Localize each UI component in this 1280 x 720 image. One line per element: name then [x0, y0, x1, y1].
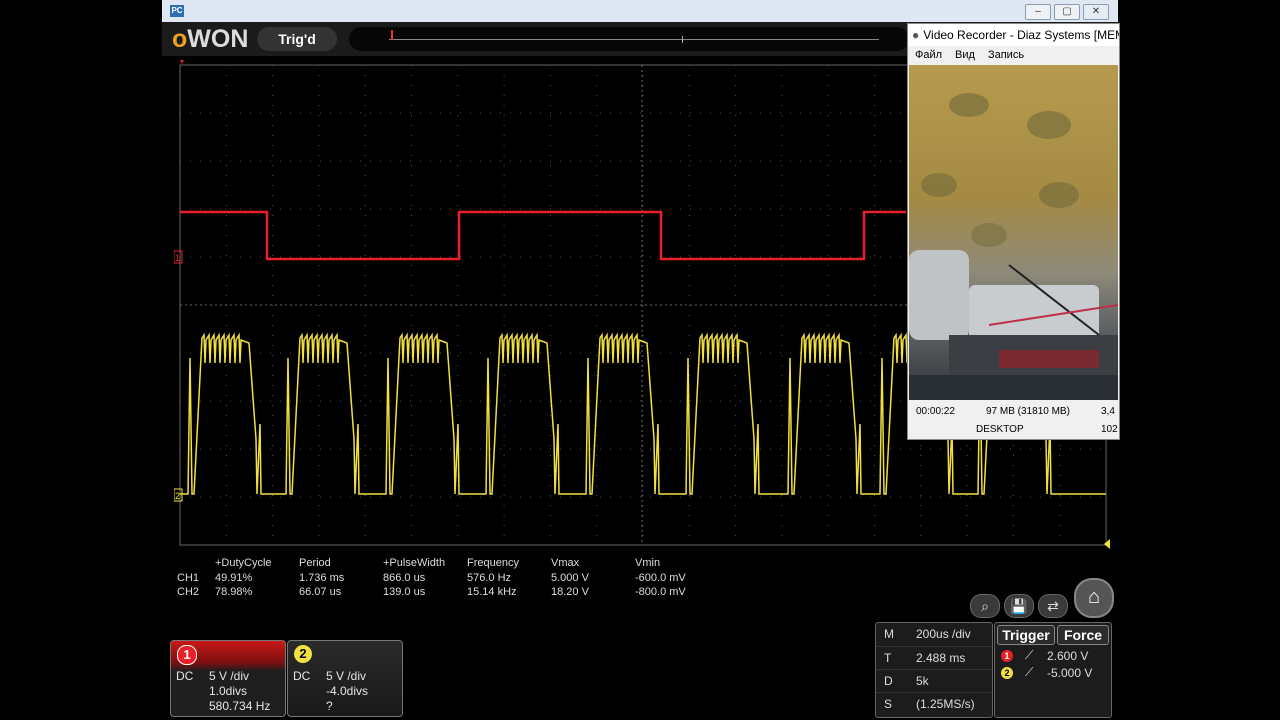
force-button[interactable]: Force — [1057, 625, 1109, 645]
meas-value: 576.0 Hz — [467, 572, 512, 584]
trigger-panel[interactable]: Trigger Force 1 ⟋ 2.600 V 2 ⟋ -5.000 V — [994, 622, 1112, 718]
h-key: D — [884, 674, 893, 688]
trigger-status-badge: Trig'd — [257, 27, 337, 51]
ch1-frequency: 580.734 Hz — [209, 699, 271, 713]
menu-view[interactable]: Вид — [955, 49, 975, 61]
meas-header: +DutyCycle — [215, 557, 272, 569]
ch1-settings-panel[interactable]: 1 DC 5 V /div 1.0divs 580.734 Hz — [170, 640, 286, 717]
rec-time: 00:00:22 — [916, 406, 955, 417]
timeline-trigger-marker[interactable] — [391, 30, 393, 40]
sample-rate-value: (1.25MS/s) — [916, 697, 975, 711]
trig-ch2-badge: 2 — [1001, 667, 1013, 679]
meas-value: 66.07 us — [299, 586, 342, 598]
video-recorder-title: ● Video Recorder - Diaz Systems [MEM — [908, 24, 1119, 46]
trigger-button[interactable]: Trigger — [997, 625, 1055, 645]
ch2-marker-label: 2 — [175, 491, 180, 501]
ch1-offset: 1.0divs — [209, 684, 248, 698]
horizontal-panel[interactable]: M 200us /div T 2.488 ms D 5k S (1.25MS/s) — [875, 622, 993, 718]
trig-level-2: -5.000 V — [1047, 666, 1093, 680]
ch1-badge: 1 — [177, 645, 197, 665]
meas-channel: CH1 — [177, 572, 200, 584]
meas-header: +PulseWidth — [383, 557, 446, 569]
meas-header: Vmax — [551, 557, 580, 569]
meas-value: 15.14 kHz — [467, 586, 517, 598]
owon-logo: oWON — [172, 25, 249, 53]
memory-timeline[interactable] — [349, 27, 909, 51]
meas-value: -800.0 mV — [635, 586, 686, 598]
trigger-time-value: 2.488 ms — [916, 651, 966, 665]
ch1-marker-label: 1 — [175, 253, 180, 263]
meas-value: 1.736 ms — [299, 572, 345, 584]
meas-value: 139.0 us — [383, 586, 426, 598]
timebase-value: 200us /div — [916, 627, 971, 641]
trig-level-1: 2.600 V — [1047, 649, 1089, 663]
minimize-button[interactable]: – — [1025, 4, 1051, 20]
h-key: M — [884, 627, 894, 641]
h-key: S — [884, 697, 893, 711]
camera-preview — [909, 65, 1118, 400]
transfer-icon[interactable]: ⇄ — [1038, 594, 1068, 618]
meas-value: -600.0 mV — [635, 572, 686, 584]
ch2-coupling: DC — [293, 669, 311, 683]
rec-resolution: 102 — [1101, 424, 1118, 435]
home-icon[interactable]: ⌂ — [1074, 578, 1114, 618]
depth-value: 5k — [916, 674, 929, 688]
meas-value: 866.0 us — [383, 572, 426, 584]
video-recorder-menu: Файл Вид Запись — [908, 46, 1119, 64]
ch2-frequency: ? — [326, 699, 333, 713]
rising-edge-icon: ⟋ — [1025, 648, 1034, 662]
close-button[interactable]: ✕ — [1083, 4, 1109, 20]
meas-value: 18.20 V — [551, 586, 589, 598]
meas-value: 5.000 V — [551, 572, 589, 584]
rec-rate: 3,4 — [1101, 406, 1115, 417]
maximize-button[interactable]: ▢ — [1054, 4, 1080, 20]
meas-header: Period — [299, 557, 331, 569]
meas-header: Frequency — [467, 557, 519, 569]
search-icon[interactable]: ⌕ — [970, 594, 1000, 618]
title-bar: PC – ▢ ✕ — [162, 0, 1118, 23]
menu-file[interactable]: Файл — [915, 49, 942, 61]
save-icon[interactable]: 💾 — [1004, 594, 1034, 618]
rec-source: DESKTOP — [976, 424, 1024, 435]
ch1-coupling: DC — [176, 669, 194, 683]
rec-size: 97 MB (31810 MB) — [986, 406, 1070, 417]
camera-scene — [909, 93, 1118, 400]
video-recorder-status: 00:00:22 97 MB (31810 MB) 3,4 DESKTOP 10… — [908, 402, 1119, 438]
menu-record[interactable]: Запись — [988, 49, 1024, 61]
ch2-scale: 5 V /div — [326, 669, 367, 683]
app-icon: PC — [170, 5, 184, 17]
trig-ch1-badge: 1 — [1001, 650, 1013, 662]
ch2-badge: 2 — [294, 645, 312, 663]
ch2-offset: -4.0divs — [326, 684, 369, 698]
meas-value: 49.91% — [215, 572, 253, 584]
ch2-settings-panel[interactable]: 2 DC 5 V /div -4.0divs ? — [287, 640, 403, 717]
trigger-position-marker — [180, 60, 184, 64]
h-key: T — [884, 651, 892, 665]
camera-icon: ● — [912, 28, 920, 42]
meas-value: 78.98% — [215, 586, 253, 598]
rising-edge-icon: ⟋ — [1025, 665, 1034, 679]
ch1-scale: 5 V /div — [209, 669, 250, 683]
meas-header: Vmin — [635, 557, 661, 569]
meas-channel: CH2 — [177, 586, 200, 598]
video-recorder-window[interactable]: ● Video Recorder - Diaz Systems [MEM Файл… — [907, 23, 1120, 440]
